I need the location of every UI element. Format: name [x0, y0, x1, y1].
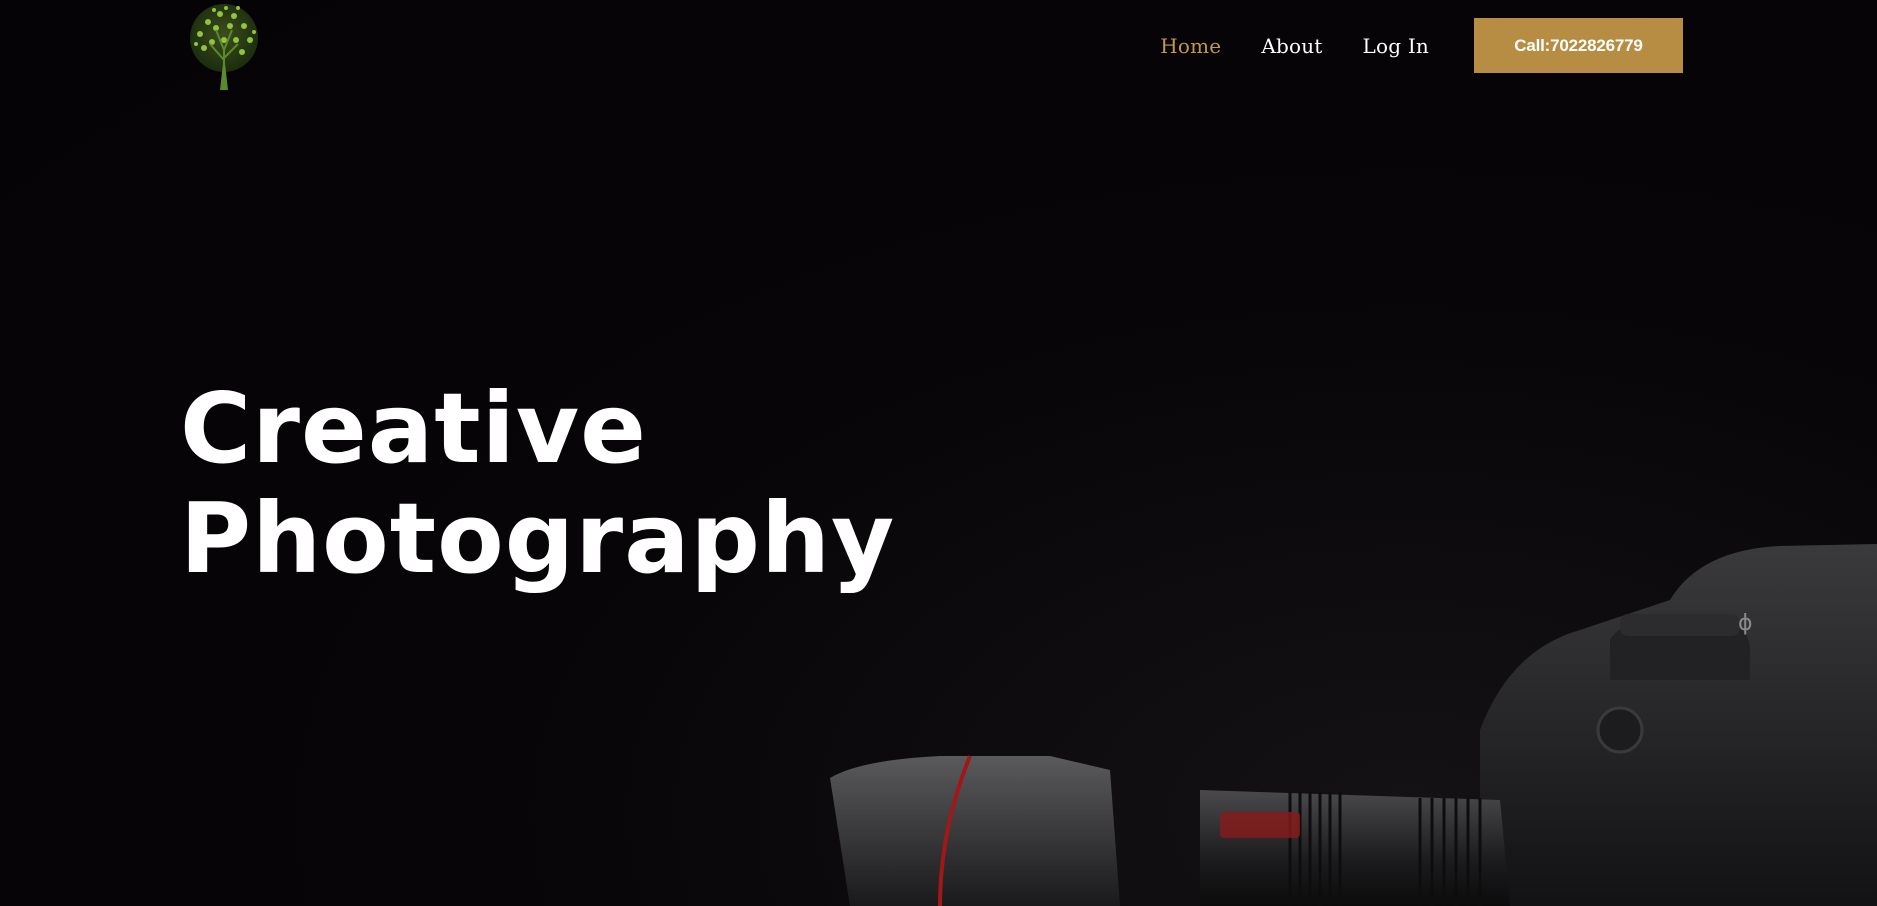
page: Home About Log In Call:7022826779 Creati… [0, 0, 1877, 906]
nav-home-link[interactable]: Home [1160, 34, 1221, 58]
nav-about-link[interactable]: About [1261, 34, 1322, 58]
camera-image: ɸ [820, 530, 1877, 906]
svg-text:ɸ: ɸ [1738, 611, 1753, 636]
nav-login-link[interactable]: Log In [1363, 34, 1429, 58]
hero-title-line2: Photography [180, 482, 896, 595]
hero-title-line1: Creative [180, 372, 647, 485]
call-button[interactable]: Call:7022826779 [1474, 18, 1683, 73]
main-nav: Home About Log In Call:7022826779 [1120, 18, 1683, 73]
tree-logo-icon[interactable] [180, 0, 268, 92]
hero-title: Creative Photography [180, 374, 895, 594]
